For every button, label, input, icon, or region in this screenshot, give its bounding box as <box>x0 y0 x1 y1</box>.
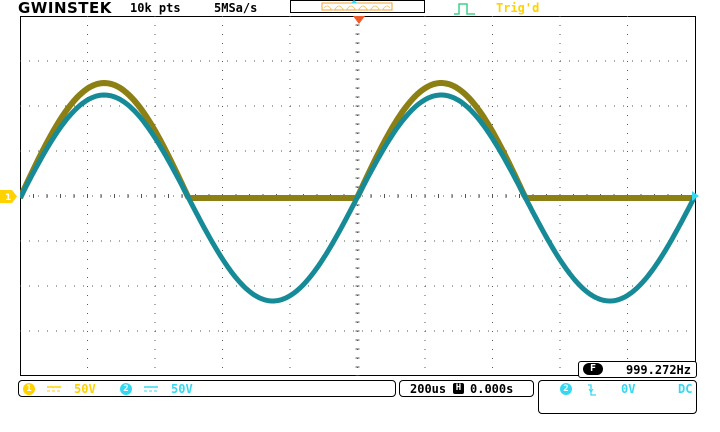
trigger-position-marker[interactable] <box>353 16 365 24</box>
measurement-badge: F <box>583 363 603 375</box>
horizontal-position: 0.000s <box>470 382 514 396</box>
trigger-level: 0V <box>621 382 636 396</box>
ch2-badge: 2 <box>120 383 132 395</box>
waveform-display[interactable] <box>20 16 700 376</box>
frequency-value: 999.272Hz <box>625 363 691 377</box>
trigger-coupling: DC <box>678 382 693 396</box>
brand-logo: GWINSTEK <box>18 0 112 17</box>
trigger-settings[interactable]: 2 0V DC <box>538 380 697 414</box>
record-length: 10k pts <box>130 1 181 15</box>
ch1-marker-label: 1 <box>5 193 11 203</box>
dc-coupling-icon <box>47 386 61 392</box>
ch1-scale: 50V <box>74 382 96 396</box>
channel-scale-bar[interactable]: 1 50V 2 50V <box>18 380 396 397</box>
trigger-edge-icon <box>454 3 475 15</box>
ch1-badge: 1 <box>23 383 35 395</box>
frequency-readout: F 999.272Hz <box>578 361 697 378</box>
horizontal-position-icon: H <box>453 383 464 394</box>
trigger-status: Trig'd <box>496 1 540 15</box>
memory-window-icon <box>321 0 393 11</box>
timebase-readout[interactable]: 200us H 0.000s <box>399 380 534 397</box>
sample-rate: 5MSa/s <box>214 1 258 15</box>
memory-position-bar[interactable] <box>290 0 425 13</box>
ch1-ground-marker[interactable]: 1 <box>0 190 17 203</box>
ch2-scale: 50V <box>171 382 193 396</box>
dc-coupling-icon <box>144 386 158 392</box>
time-scale: 200us <box>410 382 447 396</box>
falling-edge-icon <box>588 384 596 396</box>
trigger-source-badge: 2 <box>560 383 572 395</box>
